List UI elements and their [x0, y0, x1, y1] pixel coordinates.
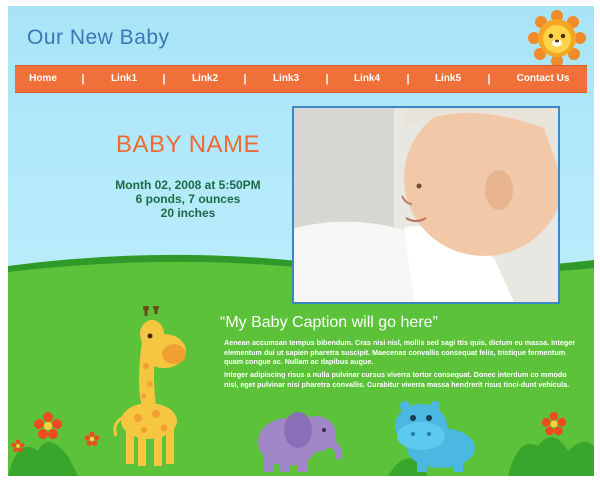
nav-separator: | [406, 73, 410, 85]
nav-separator: | [162, 73, 166, 85]
birth-length: 20 inches [160, 206, 216, 220]
baby-name: BABY NAME [115, 131, 261, 158]
baby-photo [292, 106, 560, 304]
nav-separator: | [325, 73, 329, 85]
flower-icon [541, 411, 567, 436]
birth-info: Month 02, 2008 at 5:50PM 6 ponds, 7 ounc… [88, 178, 288, 220]
hippo-icon [395, 401, 475, 472]
nav-home[interactable]: Home [29, 66, 57, 92]
nav-contact-us[interactable]: Contact Us [517, 66, 570, 92]
main-nav: Home | Link1 | Link2 | Link3 | Link4 | L… [15, 65, 587, 93]
nav-link5[interactable]: Link5 [435, 66, 461, 92]
nav-link3[interactable]: Link3 [273, 66, 299, 92]
flower-icon [84, 431, 100, 446]
sun-lion-icon [528, 10, 586, 67]
nav-link2[interactable]: Link2 [192, 66, 218, 92]
nav-separator: | [81, 73, 85, 85]
nav-separator: | [487, 73, 491, 85]
giraffe-icon [113, 306, 186, 466]
site-title: Our New Baby [27, 26, 170, 49]
caption-title: “My Baby Caption will go here” [220, 314, 438, 331]
nav-separator: | [243, 73, 247, 85]
flower-icon [34, 412, 62, 439]
nav-link1[interactable]: Link1 [111, 66, 137, 92]
caption-paragraph: Integer adipiscing risus a nulla pulvina… [224, 370, 570, 389]
elephant-icon [258, 412, 343, 472]
nav-link4[interactable]: Link4 [354, 66, 380, 92]
birth-date: Month 02, 2008 at 5:50PM [115, 178, 261, 192]
caption-paragraph: Aenean accumsan tempus bibendum. Cras ni… [224, 338, 576, 366]
baby-photo-image [294, 108, 558, 302]
birth-weight: 6 ponds, 7 ounces [135, 192, 241, 206]
flower-icon [11, 439, 25, 453]
page: Our New Baby Home | Link1 | Link2 | Link… [8, 6, 594, 476]
